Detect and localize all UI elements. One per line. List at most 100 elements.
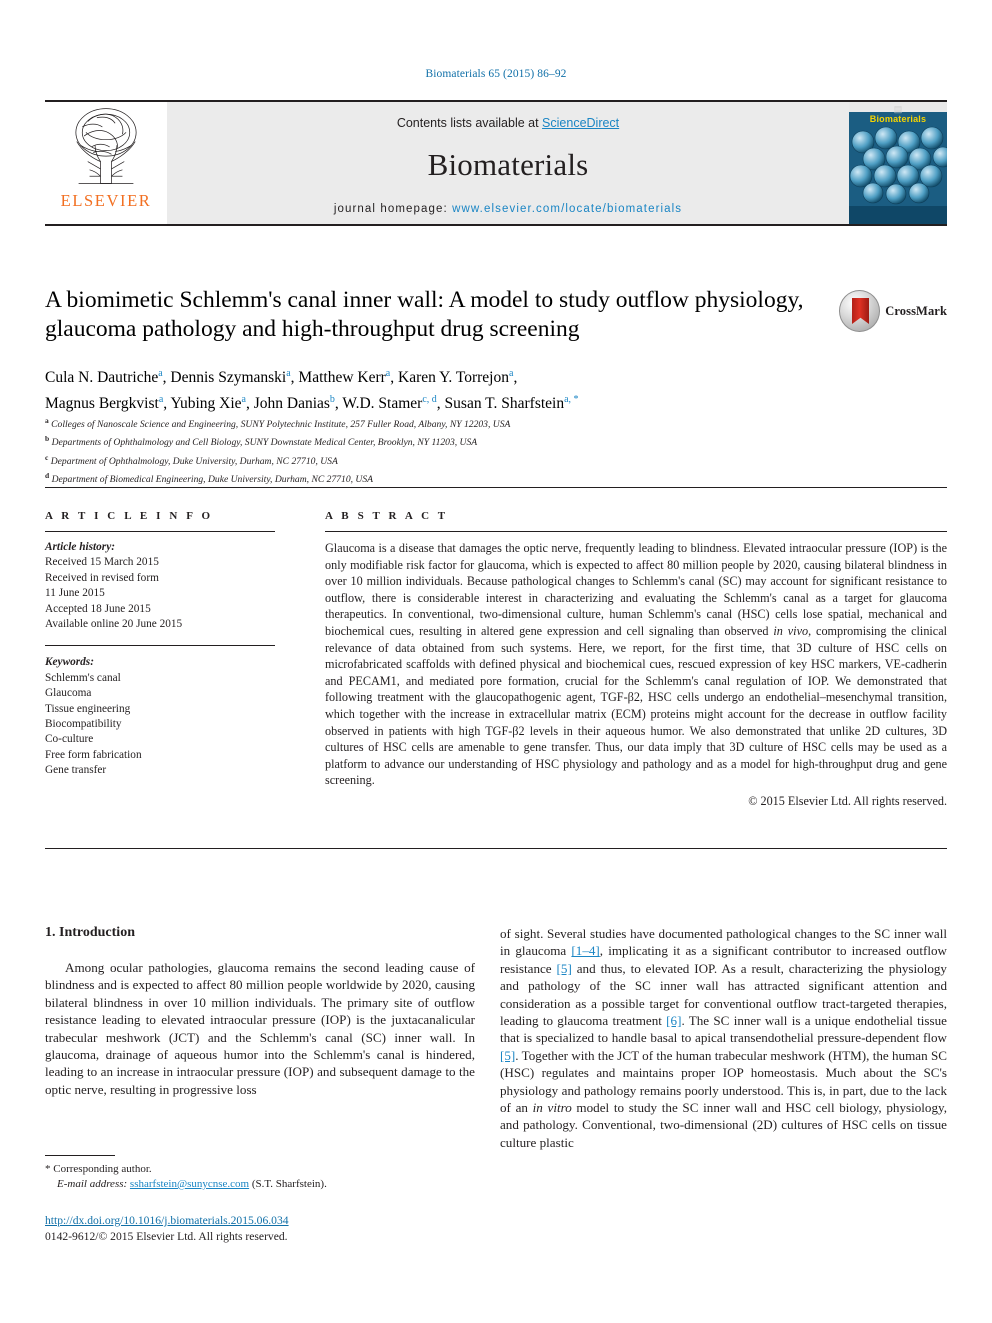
- affiliation-text: Department of Ophthalmology, Duke Univer…: [50, 455, 338, 467]
- affiliation-text: Department of Biomedical Engineering, Du…: [51, 474, 374, 486]
- footer-identifiers: http://dx.doi.org/10.1016/j.biomaterials…: [45, 1213, 475, 1244]
- email-label: E-mail address:: [57, 1178, 128, 1190]
- affiliation-item: c Department of Ophthalmology, Duke Univ…: [45, 451, 845, 469]
- sciencedirect-link[interactable]: ScienceDirect: [542, 116, 619, 130]
- keyword-item: Tissue engineering: [45, 702, 131, 715]
- author-name[interactable]: Karen Y. Torrejon: [398, 369, 509, 386]
- abstract-section: A B S T R A C T Glaucoma is a disease th…: [325, 510, 947, 809]
- affiliation-mark: b: [45, 434, 50, 444]
- keyword-item: Glaucoma: [45, 687, 92, 700]
- keyword-item: Gene transfer: [45, 764, 107, 777]
- corresponding-text: Corresponding author.: [53, 1163, 152, 1175]
- author-line-2: Magnus Bergkvista, Yubing Xiea, John Dan…: [45, 394, 579, 413]
- affiliation-item: b Departments of Ophthalmology and Cell …: [45, 432, 845, 450]
- citation-ref-5b[interactable]: [5]: [500, 1048, 515, 1063]
- citation-ref-6[interactable]: [6]: [666, 1013, 681, 1028]
- affiliation-text: Colleges of Nanoscale Science and Engine…: [51, 419, 511, 431]
- author-affil-mark: b: [329, 394, 335, 406]
- history-item: Received in revised form: [45, 571, 159, 584]
- author-affil-mark: a: [286, 368, 291, 379]
- keyword-item: Free form fabrication: [45, 748, 142, 761]
- introduction-right-column: of sight. Several studies have documente…: [500, 925, 947, 1151]
- author-name[interactable]: Yubing Xie: [170, 395, 241, 412]
- corresponding-marker: *: [45, 1163, 51, 1175]
- abstract-italic-1: in vivo: [773, 623, 809, 638]
- keyword-item: Schlemm's canal: [45, 671, 121, 684]
- crossmark-badge-group[interactable]: CrossMark: [839, 289, 947, 333]
- footnote-divider: [45, 1155, 115, 1156]
- introduction-left-column: 1. Introduction Among ocular pathologies…: [45, 925, 475, 1098]
- author-affil-mark: a: [241, 394, 246, 406]
- affiliation-list: a Colleges of Nanoscale Science and Engi…: [45, 414, 845, 488]
- author-name[interactable]: W.D. Stamer: [342, 395, 422, 412]
- history-item: Received 15 March 2015: [45, 556, 159, 569]
- author-affil-mark: a: [158, 394, 164, 406]
- corresponding-author-footnote: * Corresponding author. E-mail address: …: [45, 1155, 475, 1192]
- author-affil-mark: a, *: [564, 394, 579, 406]
- journal-cover-thumbnail: ▤ Biomaterials: [849, 102, 947, 224]
- author-name[interactable]: John Danias: [254, 395, 330, 412]
- author-name[interactable]: Magnus Bergkvist: [45, 395, 159, 412]
- author-name[interactable]: Cula N. Dautriche: [45, 369, 158, 386]
- crossmark-label: CrossMark: [885, 303, 947, 318]
- journal-title: Biomaterials: [427, 147, 589, 182]
- article-info-section: A R T I C L E I N F O Article history: R…: [45, 510, 275, 779]
- page-title: A biomimetic Schlemm's canal inner wall:…: [45, 287, 804, 342]
- journal-article-page: Biomaterials 65 (2015) 86–92 ELSEVIER Co…: [0, 0, 992, 1323]
- title-area: A biomimetic Schlemm's canal inner wall:…: [45, 286, 947, 344]
- affiliation-mark: c: [45, 452, 49, 462]
- running-head: Biomaterials 65 (2015) 86–92: [425, 68, 567, 80]
- intro-italic-in-vitro: in vitro: [532, 1100, 572, 1116]
- divider-above-abstract: [45, 487, 947, 488]
- article-history: Article history: Received 15 March 2015 …: [45, 540, 275, 632]
- affiliation-item: d Department of Biomedical Engineering, …: [45, 469, 845, 487]
- history-item: Accepted 18 June 2015: [45, 602, 151, 615]
- footnote-body: * Corresponding author. E-mail address: …: [45, 1162, 475, 1192]
- article-history-label: Article history:: [45, 541, 115, 553]
- keyword-item: Co-culture: [45, 733, 94, 746]
- abstract-part-2: , compromising the clinical relevance of…: [325, 623, 948, 788]
- author-name[interactable]: Susan T. Sharfstein: [445, 395, 565, 412]
- cover-journal-name: Biomaterials: [869, 114, 927, 124]
- email-owner: (S.T. Sharfstein).: [251, 1178, 327, 1190]
- author-list: Cula N. Dautrichea, Dennis Szymanskia, M…: [45, 363, 915, 415]
- article-info-rule: [45, 531, 275, 532]
- abstract-rule: [325, 531, 947, 532]
- keywords-label: Keywords:: [45, 656, 94, 669]
- issn-copyright-line: 0142-9612/© 2015 Elsevier Ltd. All right…: [45, 1229, 288, 1243]
- journal-homepage-line: journal homepage: www.elsevier.com/locat…: [167, 203, 849, 215]
- keywords-rule: [45, 645, 275, 647]
- elsevier-tree-icon: [75, 108, 137, 184]
- email-link[interactable]: ssharfstein@sunycnse.com: [130, 1178, 249, 1190]
- author-name[interactable]: Dennis Szymanski: [170, 369, 286, 386]
- elsevier-wordmark: ELSEVIER: [60, 191, 152, 210]
- affiliation-mark: d: [45, 471, 50, 481]
- citation-ref-1-4[interactable]: [1–4]: [571, 943, 599, 958]
- keyword-item: Biocompatibility: [45, 718, 122, 731]
- corresponding-author-line: * Corresponding author.: [45, 1162, 475, 1177]
- doi-link[interactable]: http://dx.doi.org/10.1016/j.biomaterials…: [45, 1214, 289, 1227]
- introduction-paragraph-left: Among ocular pathologies, glaucoma remai…: [45, 960, 475, 1097]
- homepage-label: journal homepage:: [333, 203, 448, 215]
- affiliation-mark: a: [45, 416, 49, 425]
- author-affil-mark: a: [158, 368, 163, 379]
- abstract-copyright: © 2015 Elsevier Ltd. All rights reserved…: [748, 793, 947, 808]
- divider-below-abstract: [45, 848, 947, 849]
- introduction-heading: 1. Introduction: [45, 925, 135, 940]
- author-affil-mark: a: [385, 368, 391, 379]
- contents-prefix: Contents lists available at: [396, 116, 543, 130]
- citation-ref-5[interactable]: [5]: [557, 961, 572, 976]
- history-item: 11 June 2015: [45, 587, 105, 600]
- abstract-body: Glaucoma is a disease that damages the o…: [325, 540, 947, 789]
- homepage-url[interactable]: www.elsevier.com/locate/biomaterials: [452, 203, 682, 215]
- affiliation-text: Departments of Ophthalmology and Cell Bi…: [51, 437, 478, 449]
- elsevier-logo: ELSEVIER: [45, 102, 167, 224]
- abstract-heading: A B S T R A C T: [325, 510, 449, 522]
- article-info-heading: A R T I C L E I N F O: [45, 510, 214, 522]
- author-affil-mark: c, d: [422, 394, 437, 406]
- author-name[interactable]: Matthew Kerr: [298, 369, 385, 386]
- author-affil-mark: a: [508, 368, 514, 379]
- affiliation-item: a Colleges of Nanoscale Science and Engi…: [45, 414, 845, 432]
- contents-available-line: Contents lists available at ScienceDirec…: [167, 116, 849, 130]
- introduction-paragraph-right: of sight. Several studies have documente…: [500, 925, 947, 1151]
